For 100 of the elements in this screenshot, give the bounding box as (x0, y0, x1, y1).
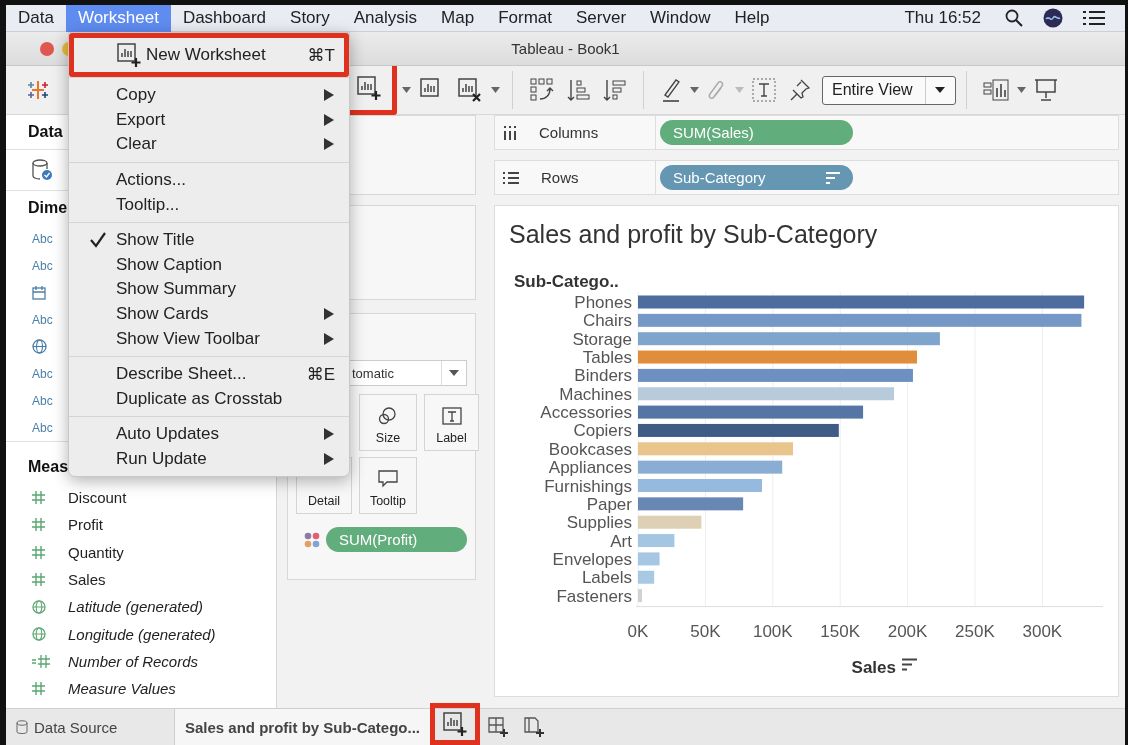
caret-icon[interactable] (1016, 87, 1026, 93)
caret-icon[interactable] (402, 87, 411, 93)
menu-item-label: Duplicate as Crosstab (116, 388, 283, 409)
axis-tick-label: 200K (887, 621, 928, 641)
hash-icon (32, 545, 45, 559)
presentation-icon (1033, 78, 1058, 102)
clock: Thu 16:52 (904, 8, 981, 28)
field-name[interactable]: Measure Values (68, 680, 176, 698)
menu-item[interactable]: Show View Toolbar (69, 326, 349, 351)
menu-bar-item[interactable]: Map (429, 5, 487, 32)
type-label: Abc (32, 393, 54, 408)
axis-title: Sales (851, 657, 896, 677)
menu-item[interactable]: New Worksheet ⌘T (69, 33, 349, 77)
menu-item-label: Show Summary (116, 279, 236, 300)
field-name[interactable]: Discount (68, 489, 127, 507)
caret-icon[interactable] (491, 87, 500, 93)
chart-plus-icon (356, 74, 382, 101)
menu-bar-item[interactable]: Analysis (341, 5, 430, 32)
field-name[interactable]: Quantity (68, 543, 124, 561)
category-label: Paper (586, 494, 632, 514)
menu-bar-item[interactable]: Story (278, 5, 342, 32)
menu-item[interactable]: Show Cards (69, 301, 349, 327)
menu-item[interactable]: Show Summary (69, 277, 349, 302)
circles-icon (378, 407, 398, 425)
menu-item-label: Show Caption (116, 254, 222, 275)
menu-item[interactable]: Tooltip... (69, 192, 349, 217)
menu-item[interactable]: Clear (69, 132, 349, 157)
hash-icon (32, 491, 45, 505)
menu-item[interactable]: Auto Updates (69, 422, 349, 447)
rows-icon (503, 170, 519, 185)
sort-icon[interactable] (901, 658, 918, 671)
menu-item-label: Auto Updates (116, 424, 219, 445)
menu-bar-item[interactable]: Window (638, 5, 723, 32)
menu-bar-item[interactable]: Help (722, 5, 782, 32)
close-button[interactable] (40, 41, 54, 56)
submenu-arrow-icon (323, 331, 335, 346)
category-label: Phones (574, 293, 632, 312)
category-label: Copiers (573, 421, 632, 441)
submenu-arrow-icon (323, 88, 335, 103)
shelf-label: Rows (541, 169, 579, 186)
category-label: Furnishings (544, 476, 632, 496)
submenu-arrow-icon (323, 307, 335, 322)
category-label: Storage (572, 329, 632, 349)
pin-icon (788, 79, 810, 101)
globe-icon (32, 627, 46, 642)
menu-item-label: Copy (116, 85, 156, 106)
field-name[interactable]: Number of Records (68, 652, 199, 670)
caret-icon[interactable] (690, 87, 699, 93)
menu-item[interactable]: Show Caption (69, 252, 349, 278)
list-icon[interactable] (1083, 10, 1105, 26)
menu-item-label: Actions... (116, 170, 186, 191)
menu-item-label: Clear (116, 134, 157, 155)
menu-bar-item[interactable]: Dashboard (170, 5, 279, 32)
menu-bar-item[interactable]: Format (486, 5, 564, 32)
caret-icon (449, 370, 459, 376)
orb-icon[interactable] (1043, 8, 1063, 28)
menu-item[interactable]: Export (69, 107, 349, 133)
database-check-icon (32, 159, 52, 181)
menu-bar-item[interactable]: Data (6, 5, 66, 32)
sort-descending-icon (603, 78, 627, 102)
globe-icon (32, 599, 46, 614)
section-title: Meas (28, 457, 69, 477)
checkmark-icon (90, 232, 106, 249)
fit-dropdown[interactable]: Entire View (822, 75, 956, 105)
mark-property-button[interactable]: Label (424, 394, 479, 451)
category-label: Envelopes (552, 549, 632, 569)
swap-icon (529, 77, 555, 103)
menu-item-label: New Worksheet (146, 45, 266, 65)
menu-item[interactable]: Actions... (69, 167, 349, 193)
calculated-hash-icon (32, 654, 50, 668)
type-label: Abc (32, 312, 54, 327)
pen-icon (660, 78, 682, 102)
submenu-arrow-icon (323, 452, 335, 466)
calendar-icon (32, 285, 46, 300)
globe-icon (32, 339, 47, 354)
view-title: Sales and profit by Sub-Category (508, 220, 879, 250)
axis-tick-label: 300K (1022, 621, 1063, 641)
sheet-tab[interactable]: Sales and profit by Sub-Catego... (175, 709, 430, 745)
mark-property-button[interactable]: Size (359, 394, 417, 451)
category-label: Chairs (582, 311, 632, 331)
menu-item[interactable]: Duplicate as Crosstab (69, 386, 349, 412)
type-label: Abc (32, 420, 54, 435)
field-name[interactable]: Profit (68, 516, 103, 534)
search-icon[interactable] (1005, 9, 1023, 27)
field-name[interactable]: Latitude (generated) (68, 598, 204, 616)
menu-bar-item[interactable]: Server (563, 5, 639, 32)
category-label: Art (610, 531, 632, 551)
menu-item[interactable]: Show Title (69, 227, 349, 253)
field-name[interactable]: Longitude (generated) (68, 625, 216, 643)
story-plus-icon (523, 716, 545, 738)
type-label: Abc (32, 366, 54, 381)
row-header: Sub-Catego.. (514, 272, 619, 291)
new-worksheet-tab-button[interactable] (430, 703, 480, 745)
columns-icon (503, 124, 517, 141)
mark-property-button[interactable]: Tooltip (359, 457, 417, 514)
menu-item[interactable]: Copy (69, 83, 349, 108)
axis-tick-label: 250K (955, 621, 995, 641)
field-name[interactable]: Sales (68, 571, 106, 589)
menu-item-label: Describe Sheet... (116, 364, 247, 385)
pane-title: Data (28, 122, 63, 142)
